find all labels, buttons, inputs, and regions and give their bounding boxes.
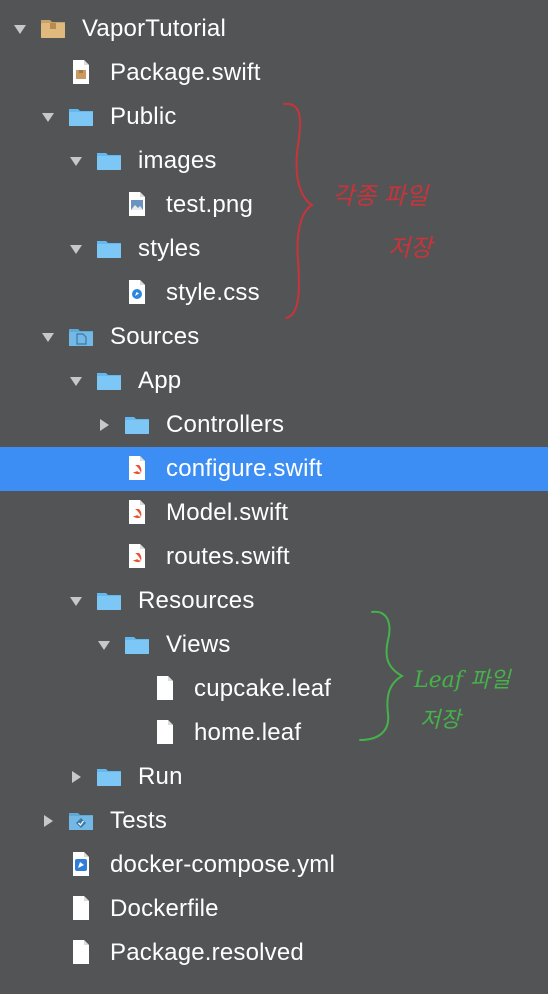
tree-row-run[interactable]: Run [0,755,548,799]
tree-item-label: docker-compose.yml [110,851,336,878]
blank-file-icon [152,719,178,745]
disclosure-expanded-icon[interactable] [68,241,84,257]
tree-item-label: cupcake.leaf [194,675,332,702]
tree-item-label: Views [166,631,231,658]
yml-file-icon [68,851,94,877]
tree-row-configure-swift[interactable]: configure.swift [0,447,548,491]
folder-icon [124,411,150,437]
swift-file-icon [124,499,150,525]
swift-file-icon [124,455,150,481]
tree-row-sources[interactable]: Sources [0,315,548,359]
tree-item-label: Dockerfile [110,895,219,922]
tree-item-label: Resources [138,587,255,614]
tree-item-label: configure.swift [166,455,323,482]
tree-row-docker-compose[interactable]: docker-compose.yml [0,843,548,887]
tree-item-label: routes.swift [166,543,290,570]
folder-icon [124,631,150,657]
tree-item-label: Run [138,763,183,790]
tree-row-home-leaf[interactable]: home.leaf [0,711,548,755]
tree-item-label: VaporTutorial [82,15,226,42]
disclosure-expanded-icon[interactable] [68,373,84,389]
blank-file-icon [68,939,94,965]
tree-row-test-png[interactable]: test.png [0,183,548,227]
tree-item-label: Model.swift [166,499,289,526]
tree-row-controllers[interactable]: Controllers [0,403,548,447]
tree-row-cupcake-leaf[interactable]: cupcake.leaf [0,667,548,711]
tree-row-styles[interactable]: styles [0,227,548,271]
tree-row-tests[interactable]: Tests [0,799,548,843]
tree-row-package-swift[interactable]: Package.swift [0,51,548,95]
folder-icon [96,587,122,613]
folder-icon [96,235,122,261]
disclosure-expanded-icon[interactable] [12,21,28,37]
blank-file-icon [68,895,94,921]
tree-row-routes-swift[interactable]: routes.swift [0,535,548,579]
tree-row-style-css[interactable]: style.css [0,271,548,315]
tree-row-vaportutorial[interactable]: VaporTutorial [0,7,548,51]
tree-row-model-swift[interactable]: Model.swift [0,491,548,535]
tree-item-label: Package.swift [110,59,261,86]
folder-icon [96,367,122,393]
disclosure-collapsed-icon[interactable] [40,813,56,829]
swift-package-file-icon [68,59,94,85]
tree-row-public[interactable]: Public [0,95,548,139]
tests-folder-icon [68,807,94,833]
tree-row-views[interactable]: Views [0,623,548,667]
disclosure-expanded-icon[interactable] [68,153,84,169]
tree-row-package-resolved[interactable]: Package.resolved [0,931,548,975]
tree-item-label: Public [110,103,177,130]
tree-row-images[interactable]: images [0,139,548,183]
tree-item-label: styles [138,235,201,262]
sources-folder-icon [68,323,94,349]
tree-item-label: Tests [110,807,168,834]
tree-item-label: style.css [166,279,260,306]
package-folder-icon [40,15,66,41]
tree-row-app[interactable]: App [0,359,548,403]
folder-icon [96,147,122,173]
tree-row-resources[interactable]: Resources [0,579,548,623]
disclosure-expanded-icon[interactable] [68,593,84,609]
tree-item-label: Package.resolved [110,939,304,966]
disclosure-expanded-icon[interactable] [96,637,112,653]
tree-item-label: Sources [110,323,200,350]
tree-item-label: home.leaf [194,719,302,746]
disclosure-expanded-icon[interactable] [40,109,56,125]
swift-file-icon [124,543,150,569]
tree-row-dockerfile[interactable]: Dockerfile [0,887,548,931]
disclosure-collapsed-icon[interactable] [96,417,112,433]
blank-file-icon [152,675,178,701]
disclosure-expanded-icon[interactable] [40,329,56,345]
disclosure-collapsed-icon[interactable] [68,769,84,785]
image-file-icon [124,191,150,217]
tree-item-label: test.png [166,191,253,218]
tree-item-label: images [138,147,217,174]
css-file-icon [124,279,150,305]
folder-icon [96,763,122,789]
tree-item-label: App [138,367,182,394]
tree-item-label: Controllers [166,411,285,438]
folder-icon [68,103,94,129]
